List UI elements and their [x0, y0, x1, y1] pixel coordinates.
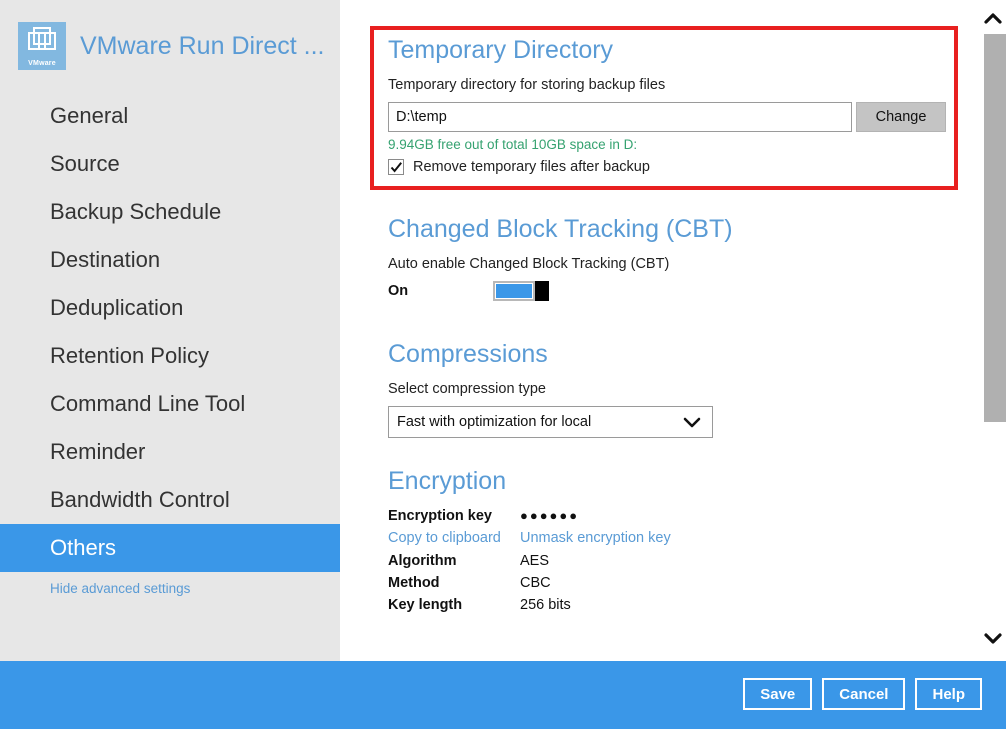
change-directory-button[interactable]: Change: [856, 102, 946, 132]
compression-type-label: Select compression type: [388, 381, 988, 397]
sidebar-item-retention-policy[interactable]: Retention Policy: [0, 332, 340, 380]
cbt-section: Changed Block Tracking (CBT) Auto enable…: [340, 215, 988, 301]
encryption-key-length-label: Key length: [388, 597, 520, 613]
free-space-note: 9.94GB free out of total 10GB space in D…: [388, 137, 988, 152]
vmware-logo-wordmark: VMware: [18, 60, 66, 67]
chevron-up-icon[interactable]: [980, 6, 1006, 32]
encryption-key-masked-value: ●●●●●●: [520, 509, 579, 522]
cbt-toggle-state-label: On: [388, 283, 493, 299]
sidebar-nav: General Source Backup Schedule Destinati…: [0, 92, 340, 596]
dialog-footer: Save Cancel Help: [0, 661, 1006, 729]
cancel-button[interactable]: Cancel: [822, 678, 905, 710]
cbt-toggle-knob[interactable]: [535, 281, 549, 301]
copy-to-clipboard-link[interactable]: Copy to clipboard: [388, 530, 520, 546]
settings-dialog: VMware VMware Run Direct ... General Sou…: [0, 0, 1006, 729]
encryption-details: Encryption key ●●●●●● Copy to clipboard …: [388, 508, 988, 613]
compressions-section: Compressions Select compression type Fas…: [340, 340, 988, 438]
temporary-directory-input[interactable]: [388, 102, 852, 132]
encryption-method-row: Method CBC: [388, 575, 988, 591]
encryption-algorithm-label: Algorithm: [388, 553, 520, 569]
sidebar-item-bandwidth-control[interactable]: Bandwidth Control: [0, 476, 340, 524]
cbt-toggle-row: On: [388, 281, 988, 301]
unmask-encryption-key-link[interactable]: Unmask encryption key: [520, 530, 671, 546]
encryption-algorithm-row: Algorithm AES: [388, 553, 988, 569]
page-title: VMware Run Direct ...: [80, 32, 325, 61]
sidebar-item-command-line-tool[interactable]: Command Line Tool: [0, 380, 340, 428]
hide-advanced-settings-link[interactable]: Hide advanced settings: [0, 581, 340, 596]
compression-type-select-wrap: Fast with optimization for local: [388, 406, 713, 438]
cbt-toggle-switch[interactable]: [493, 281, 535, 301]
cbt-heading: Changed Block Tracking (CBT): [388, 215, 988, 244]
encryption-heading: Encryption: [388, 467, 988, 496]
temporary-directory-path-row: Change: [388, 102, 988, 132]
remove-temp-files-checkbox[interactable]: [388, 159, 404, 175]
encryption-key-length-value: 256 bits: [520, 597, 571, 613]
sidebar-item-general[interactable]: General: [0, 92, 340, 140]
save-button[interactable]: Save: [743, 678, 812, 710]
encryption-algorithm-value: AES: [520, 553, 549, 569]
sidebar-item-destination[interactable]: Destination: [0, 236, 340, 284]
scrollbar-thumb[interactable]: [984, 34, 1006, 422]
encryption-section: Encryption Encryption key ●●●●●● Copy to…: [340, 467, 988, 619]
temporary-directory-section: Temporary Directory Temporary directory …: [340, 36, 988, 175]
content-scrollbar[interactable]: [980, 0, 1006, 661]
encryption-key-actions: Copy to clipboard Unmask encryption key: [388, 530, 988, 546]
remove-temp-files-row: Remove temporary files after backup: [388, 159, 988, 175]
brand-header: VMware VMware Run Direct ...: [0, 0, 340, 92]
sidebar-item-reminder[interactable]: Reminder: [0, 428, 340, 476]
compression-type-select[interactable]: Fast with optimization for local: [388, 406, 713, 438]
encryption-method-label: Method: [388, 575, 520, 591]
settings-content: Temporary Directory Temporary directory …: [340, 0, 1006, 661]
temporary-directory-heading: Temporary Directory: [388, 36, 988, 65]
encryption-key-row: Encryption key ●●●●●●: [388, 508, 988, 524]
sidebar-item-source[interactable]: Source: [0, 140, 340, 188]
remove-temp-files-label: Remove temporary files after backup: [413, 159, 650, 175]
footer-button-group: Save Cancel Help: [743, 678, 982, 710]
help-button[interactable]: Help: [915, 678, 982, 710]
sidebar-item-deduplication[interactable]: Deduplication: [0, 284, 340, 332]
sidebar-item-backup-schedule[interactable]: Backup Schedule: [0, 188, 340, 236]
vmware-logo-icon: VMware: [18, 22, 66, 70]
encryption-method-value: CBC: [520, 575, 551, 591]
cbt-field-label: Auto enable Changed Block Tracking (CBT): [388, 256, 988, 272]
cbt-toggle-fill: [496, 284, 532, 298]
temporary-directory-field-label: Temporary directory for storing backup f…: [388, 77, 988, 93]
compressions-heading: Compressions: [388, 340, 988, 369]
sidebar: VMware VMware Run Direct ... General Sou…: [0, 0, 340, 661]
encryption-key-label: Encryption key: [388, 508, 520, 524]
chevron-down-icon[interactable]: [980, 625, 1006, 651]
encryption-key-length-row: Key length 256 bits: [388, 597, 988, 613]
sidebar-item-others[interactable]: Others: [0, 524, 340, 572]
